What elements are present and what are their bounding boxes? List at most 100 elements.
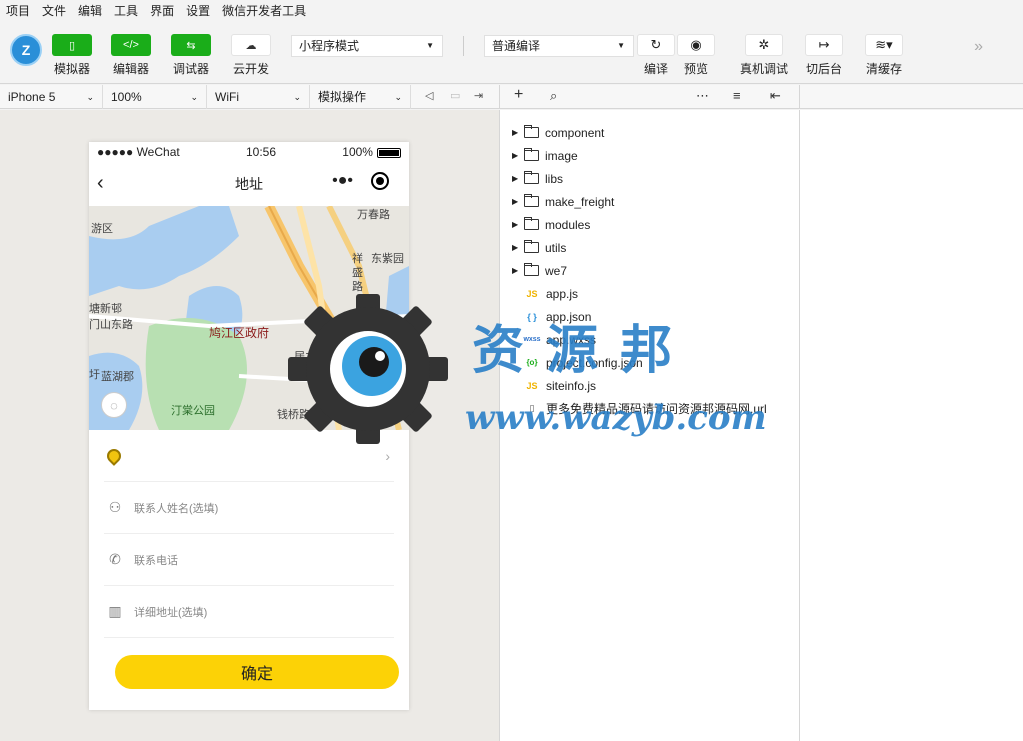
simulator-area: ●●●●● WeChat 10:56 100% ‹ 地址 •●• 游区 万春路 … <box>0 110 500 741</box>
editor-label: 编辑器 <box>112 62 149 76</box>
plus-icon[interactable]: + <box>514 86 523 104</box>
contact-name-input[interactable]: 联系人姓名(选填) <box>134 500 218 516</box>
folder-make-freight[interactable]: ▶ make_freight <box>500 190 614 213</box>
folder-libs[interactable]: ▶ libs <box>500 167 563 190</box>
compile-select[interactable]: 普通编译 ▼ <box>484 35 634 57</box>
clear-cache-label: 清缓存 <box>865 62 902 76</box>
more-icon[interactable]: ⋯ <box>696 88 709 104</box>
file-siteinfo-js[interactable]: JS siteinfo.js <box>500 374 596 397</box>
device-select[interactable]: iPhone 5 ⌄ <box>0 85 103 109</box>
map-label: 东紫园 <box>371 253 404 265</box>
menu-tools[interactable]: 工具 <box>114 2 138 19</box>
address-detail-input[interactable]: 详细地址(选填) <box>134 604 207 620</box>
folder-component[interactable]: ▶ component <box>500 121 604 144</box>
document-file-icon: ▯ <box>529 403 535 413</box>
js-file-icon: JS <box>526 380 538 391</box>
back-icon[interactable]: ‹ <box>97 172 104 195</box>
detach-icon[interactable]: ⇥ <box>474 89 483 102</box>
zoom-select[interactable]: 100% ⌄ <box>103 85 207 109</box>
device-select-value: iPhone 5 <box>8 90 56 104</box>
folder-icon <box>524 217 539 230</box>
map-label: 圩 <box>89 369 100 381</box>
chevron-down-icon: ⌄ <box>394 92 402 102</box>
caret-right-icon: ▶ <box>512 151 519 160</box>
contact-name-row[interactable]: ⚇ 联系人姓名(选填) <box>104 482 394 534</box>
confirm-button[interactable]: 确定 <box>115 655 399 689</box>
phone-icon: ▯ <box>52 34 92 56</box>
folder-utils[interactable]: ▶ utils <box>500 236 566 259</box>
caret-down-icon: ▼ <box>426 41 434 50</box>
address-detail-row[interactable]: ▥ 详细地址(选填) <box>104 586 394 638</box>
volume-icon[interactable]: ◁ <box>425 89 433 102</box>
operation-select[interactable]: 模拟操作 ⌄ <box>310 85 411 109</box>
preview-button[interactable]: ◉ 预览 <box>677 34 715 77</box>
contact-phone-row[interactable]: ✆ 联系电话 <box>104 534 394 586</box>
close-target-icon[interactable] <box>371 172 389 190</box>
location-pin-icon <box>104 445 124 466</box>
battery-status: 100% <box>342 145 401 159</box>
clear-cache-button[interactable]: ≋▾ 清缓存 <box>865 34 903 77</box>
address-picker-row[interactable]: › <box>104 430 394 482</box>
sliders-icon: ⇆ <box>171 34 211 56</box>
map-label: 居之家 <box>294 351 327 363</box>
phone-screen: ●●●●● WeChat 10:56 100% ‹ 地址 •●• 游区 万春路 … <box>89 142 409 710</box>
network-select[interactable]: WiFi ⌄ <box>207 85 310 109</box>
folder-icon <box>524 194 539 207</box>
locate-icon[interactable]: ◌ <box>101 392 127 418</box>
folder-modules[interactable]: ▶ modules <box>500 213 590 236</box>
menu-settings[interactable]: 设置 <box>186 2 210 19</box>
contact-phone-input[interactable]: 联系电话 <box>134 552 178 568</box>
caret-down-icon: ▼ <box>617 41 625 50</box>
real-debug-button[interactable]: ✲ 真机调试 <box>740 34 788 77</box>
page-title: 地址 <box>235 176 263 192</box>
user-icon: ⚇ <box>108 499 122 515</box>
folder-label: utils <box>545 240 567 255</box>
clock: 10:56 <box>245 145 277 159</box>
operation-select-value: 模拟操作 <box>318 90 367 104</box>
menu-file[interactable]: 文件 <box>42 2 66 19</box>
file-app-js[interactable]: JS app.js <box>500 282 578 305</box>
map-label: 塘新邨 <box>89 303 122 315</box>
more-dots-icon[interactable]: •●• <box>332 172 353 190</box>
switch-icon: ↦ <box>805 34 843 56</box>
file-app-json[interactable]: { } app.json <box>500 305 591 328</box>
sidebar-icon[interactable]: ⇤ <box>770 88 781 104</box>
folder-label: we7 <box>545 263 568 278</box>
background-button[interactable]: ↦ 切后台 <box>805 34 843 77</box>
folder-we7[interactable]: ▶ we7 <box>500 259 567 282</box>
building-icon: ▥ <box>108 603 122 619</box>
map-view[interactable]: 游区 万春路 东紫园 祥 盛 路 塘新邨 门山东路 鸠江区政府 蓝湖郡 汀棠公园… <box>89 206 409 430</box>
caret-right-icon: ▶ <box>512 220 519 229</box>
folder-label: component <box>545 125 605 140</box>
file-tree: ▶ component ▶ image ▶ libs ▶ make_freight ▶ m… <box>500 110 800 741</box>
file-app-wxss[interactable]: wxss app.wxss <box>500 328 596 351</box>
menu-devtools[interactable]: 微信开发者工具 <box>222 2 306 19</box>
folder-image[interactable]: ▶ image <box>500 144 578 167</box>
map-label: 蓝湖郡 <box>101 371 134 383</box>
folder-icon <box>524 263 539 276</box>
nav-bar: ‹ 地址 •●• <box>89 162 409 206</box>
compile-label: 编译 <box>643 62 668 76</box>
search-icon[interactable]: ⌕ <box>550 88 557 104</box>
preview-label: 预览 <box>683 62 708 76</box>
debugger-button[interactable]: ⇆ 调试器 <box>171 34 211 77</box>
file-url[interactable]: ▯ 更多免费精品源码请访问资源邦源码网.url <box>500 397 767 420</box>
chevron-down-icon: ⌄ <box>190 92 198 102</box>
menu-project[interactable]: 项目 <box>6 2 30 19</box>
menu-view[interactable]: 界面 <box>150 2 174 19</box>
cloud-button[interactable]: ☁ 云开发 <box>231 34 271 77</box>
editor-button[interactable]: </> 编辑器 <box>111 34 151 77</box>
mode-select[interactable]: 小程序模式 ▼ <box>291 35 443 57</box>
file-project-config[interactable]: {o} project.config.json <box>500 351 642 374</box>
code-icon: </> <box>111 34 151 56</box>
window-icon[interactable]: ▭ <box>450 89 460 102</box>
double-chevron-icon[interactable]: » <box>974 38 983 56</box>
collapse-icon[interactable]: ≡ <box>733 88 741 103</box>
compile-button[interactable]: ↻ 编译 <box>637 34 675 77</box>
phone-icon: ✆ <box>109 551 121 567</box>
simulator-button[interactable]: ▯ 模拟器 <box>52 34 92 77</box>
map-label: 鸠江区政府 <box>209 326 270 340</box>
main-toolbar: Z ▯ 模拟器 </> 编辑器 ⇆ 调试器 ☁ 云开发 小程序模式 ▼ 普通编译… <box>0 20 1023 84</box>
map-label: 游区 <box>91 223 113 235</box>
menu-edit[interactable]: 编辑 <box>78 2 102 19</box>
